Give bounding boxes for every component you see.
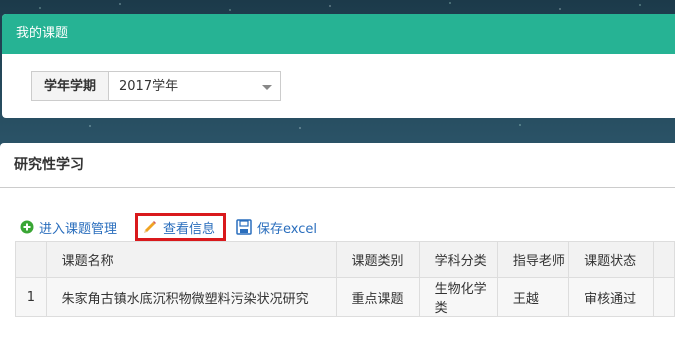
table-header-row: 课题名称 课题类别 学科分类 指导老师 课题状态 <box>15 241 675 278</box>
my-topics-panel: 我的课题 学年学期 2017学年 <box>2 14 675 118</box>
cell-status: 审核通过 <box>568 277 655 317</box>
cell-index: 1 <box>15 277 47 317</box>
chevron-down-icon <box>262 85 272 90</box>
cell-name: 朱家角古镇水底沉积物微塑料污染状况研究 <box>45 277 337 317</box>
enter-topic-management-label: 进入课题管理 <box>39 221 118 237</box>
term-selected-value: 2017学年 <box>119 79 179 94</box>
term-label: 学年学期 <box>31 71 109 101</box>
save-excel-label: 保存excel <box>257 221 318 237</box>
cell-advisor: 王越 <box>496 277 570 317</box>
view-info-label: 查看信息 <box>163 221 216 237</box>
floppy-disk-icon <box>236 219 252 235</box>
cell-category: 重点课题 <box>335 277 420 317</box>
col-header-extra <box>653 241 675 278</box>
term-filter: 学年学期 2017学年 <box>31 71 281 101</box>
term-select[interactable]: 2017学年 <box>109 71 281 101</box>
col-header-index <box>15 241 47 278</box>
view-info-button[interactable]: 查看信息 <box>135 213 227 241</box>
research-title: 研究性学习 <box>0 143 675 188</box>
my-topics-header: 我的课题 <box>2 14 675 54</box>
enter-topic-management-button[interactable]: 进入课题管理 <box>20 215 117 239</box>
col-header-name[interactable]: 课题名称 <box>45 241 337 278</box>
col-header-status[interactable]: 课题状态 <box>568 241 655 278</box>
cell-subject: 生物化学类 <box>418 277 498 317</box>
plus-circle-icon <box>20 220 34 234</box>
pencil-icon <box>144 221 157 233</box>
save-excel-button[interactable]: 保存excel <box>236 215 317 239</box>
toolbar: 进入课题管理 查看信息 保存excel <box>20 213 317 241</box>
col-header-subject[interactable]: 学科分类 <box>418 241 498 278</box>
cell-extra <box>653 277 675 317</box>
table-row[interactable]: 1 朱家角古镇水底沉积物微塑料污染状况研究 重点课题 生物化学类 王越 审核通过 <box>15 277 675 317</box>
col-header-category[interactable]: 课题类别 <box>335 241 420 278</box>
col-header-advisor[interactable]: 指导老师 <box>496 241 570 278</box>
topics-table: 课题名称 课题类别 学科分类 指导老师 课题状态 1 朱家角古镇水底沉积物微塑料… <box>15 241 675 317</box>
